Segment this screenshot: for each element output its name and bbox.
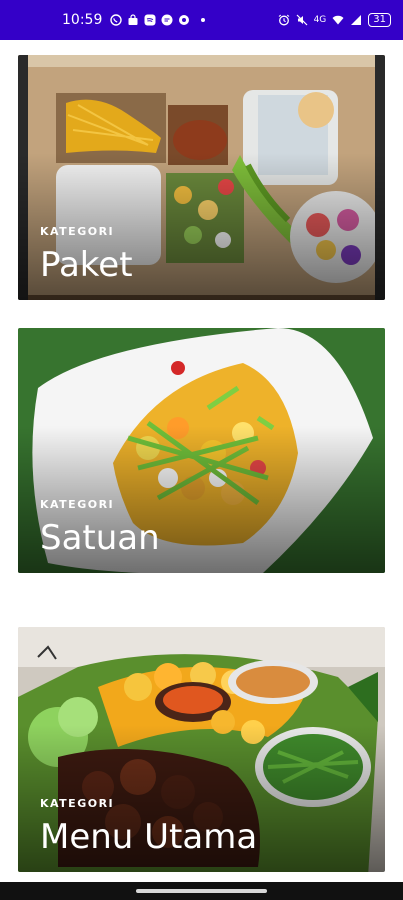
mute-icon: [296, 14, 308, 26]
category-card-menu-utama[interactable]: KATEGORI Menu Utama: [18, 627, 385, 872]
wifi-icon: [332, 14, 344, 26]
signal-icon: [350, 14, 362, 26]
navigation-bar: [0, 882, 403, 900]
status-time: 10:59: [62, 12, 103, 28]
category-title: Paket: [40, 245, 133, 285]
network-type: 4G: [313, 14, 327, 25]
battery-icon: 31: [368, 13, 391, 27]
category-title: Menu Utama: [40, 817, 258, 857]
shopping-bag-icon: [127, 14, 139, 26]
category-eyebrow: KATEGORI: [40, 797, 115, 810]
category-eyebrow: KATEGORI: [40, 498, 115, 511]
settings-icon: [178, 14, 190, 26]
more-notifications-dot: [201, 18, 206, 22]
category-list[interactable]: KATEGORI Paket KATEGORI Satuan KATEGORI …: [0, 40, 403, 882]
alarm-icon: [278, 14, 290, 26]
status-bar: 10:59 4G 31: [0, 0, 403, 40]
notification-icons: 4G 31: [110, 13, 391, 27]
category-title: Satuan: [40, 518, 160, 558]
message-icon: [161, 14, 173, 26]
home-gesture-handle[interactable]: [136, 889, 267, 893]
category-card-paket[interactable]: KATEGORI Paket: [18, 55, 385, 300]
spotify-icon: [144, 14, 156, 26]
whatsapp-icon: [110, 14, 123, 26]
category-eyebrow: KATEGORI: [40, 225, 115, 238]
category-card-satuan[interactable]: KATEGORI Satuan: [18, 328, 385, 573]
